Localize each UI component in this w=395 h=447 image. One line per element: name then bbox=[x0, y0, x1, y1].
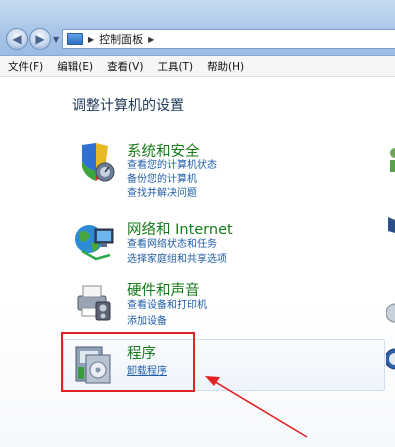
link-homegroup-sharing[interactable]: 选择家庭组和共享选项 bbox=[127, 253, 227, 266]
clock-region-icon[interactable] bbox=[386, 302, 395, 324]
address-bar[interactable]: ▶ 控制面板 ▶ bbox=[62, 29, 395, 49]
ease-of-access-icon[interactable] bbox=[386, 347, 395, 371]
recent-pages-dropdown-icon[interactable]: ▼ bbox=[53, 35, 59, 44]
page-title: 调整计算机的设置 bbox=[72, 98, 184, 114]
back-button[interactable]: ◀ bbox=[6, 28, 28, 50]
link-backup-computer[interactable]: 备份您的计算机 bbox=[127, 173, 197, 186]
breadcrumb-control-panel[interactable]: 控制面板 bbox=[99, 31, 143, 47]
menu-file[interactable]: 文件(F) bbox=[0, 59, 51, 74]
menu-bar: 文件(F) 编辑(E) 查看(V) 工具(T) 帮助(H) bbox=[0, 56, 395, 77]
appearance-icon[interactable] bbox=[388, 217, 395, 233]
back-arrow-icon: ◀ bbox=[12, 32, 22, 46]
forward-button[interactable]: ▶ bbox=[29, 28, 51, 50]
control-panel-icon bbox=[67, 33, 83, 45]
menu-edit[interactable]: 编辑(E) bbox=[51, 59, 101, 74]
printer-icon[interactable] bbox=[72, 280, 116, 324]
link-view-computer-status[interactable]: 查看您的计算机状态 bbox=[127, 159, 217, 172]
breadcrumb-chevron-icon[interactable]: ▶ bbox=[148, 35, 154, 44]
title-bar: ◀ ▶ ▼ ▶ 控制面板 ▶ bbox=[0, 0, 395, 56]
link-devices-printers[interactable]: 查看设备和打印机 bbox=[127, 299, 207, 312]
category-title-network-internet[interactable]: 网络和 Internet bbox=[127, 218, 233, 239]
menu-help[interactable]: 帮助(H) bbox=[201, 59, 252, 74]
menu-tools[interactable]: 工具(T) bbox=[151, 59, 201, 74]
category-title-hardware-sound[interactable]: 硬件和声音 bbox=[127, 279, 200, 300]
annotation-highlight-box bbox=[61, 332, 195, 392]
link-troubleshoot[interactable]: 查找并解决问题 bbox=[127, 187, 197, 200]
shield-icon[interactable] bbox=[72, 141, 116, 185]
control-panel-content: 调整计算机的设置 系统和安全 查看您的计算机状态 备份您的计算机 查找并解决问题 bbox=[0, 77, 395, 447]
forward-arrow-icon: ▶ bbox=[35, 32, 45, 46]
link-view-network-status[interactable]: 查看网络状态和任务 bbox=[127, 238, 217, 251]
link-add-device[interactable]: 添加设备 bbox=[127, 315, 167, 328]
breadcrumb-chevron-icon[interactable]: ▶ bbox=[88, 35, 94, 44]
category-title-system-security[interactable]: 系统和安全 bbox=[127, 140, 200, 161]
menu-view[interactable]: 查看(V) bbox=[101, 59, 151, 74]
user-accounts-icon[interactable] bbox=[386, 147, 395, 173]
network-globe-icon[interactable] bbox=[72, 219, 116, 263]
